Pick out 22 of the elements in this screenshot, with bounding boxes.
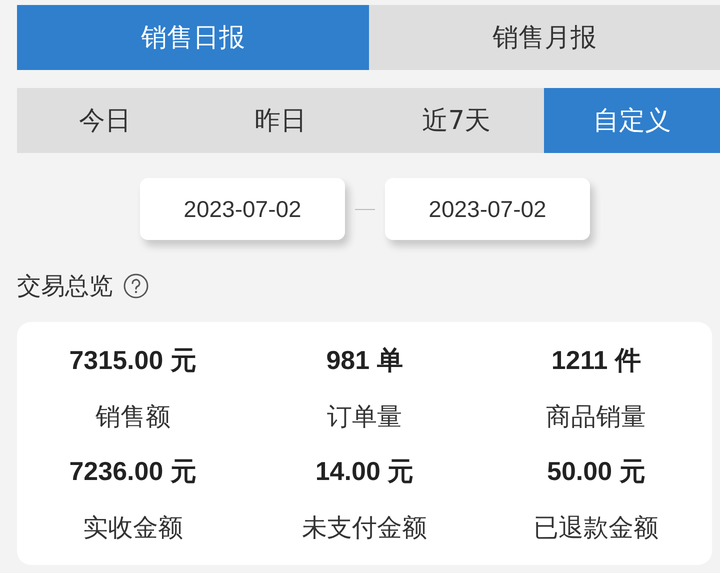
metric-label: 实收金额	[82, 512, 183, 544]
metric-value: 7315.00 元	[69, 344, 196, 377]
metric-value: 50.00 元	[547, 455, 646, 488]
metric-label: 订单量	[326, 400, 402, 433]
metric-label: 销售额	[95, 400, 170, 433]
end-date-field[interactable]: 2023-07-02	[385, 178, 590, 240]
metric-label: 商品销量	[546, 400, 646, 433]
metric-value: 1211 件	[551, 344, 641, 377]
period-tab[interactable]: 自定义	[544, 88, 720, 153]
metric-label: 未支付金额	[302, 512, 427, 544]
period-tab[interactable]: 近7天	[368, 88, 544, 153]
period-tab[interactable]: 今日	[17, 88, 193, 153]
metric-label: 已退款金额	[534, 512, 659, 544]
period-tab[interactable]: 昨日	[192, 88, 368, 153]
report-tab[interactable]: 销售日报	[17, 5, 368, 70]
metric-value: 7236.00 元	[69, 455, 196, 488]
report-tab[interactable]: 销售月报	[368, 5, 720, 70]
metric-value: 14.00 元	[315, 455, 414, 488]
metric-value: 981 单	[326, 344, 403, 377]
start-date-field[interactable]: 2023-07-02	[140, 178, 345, 240]
help-icon[interactable]	[123, 273, 149, 299]
section-title: 交易总览	[17, 271, 113, 302]
